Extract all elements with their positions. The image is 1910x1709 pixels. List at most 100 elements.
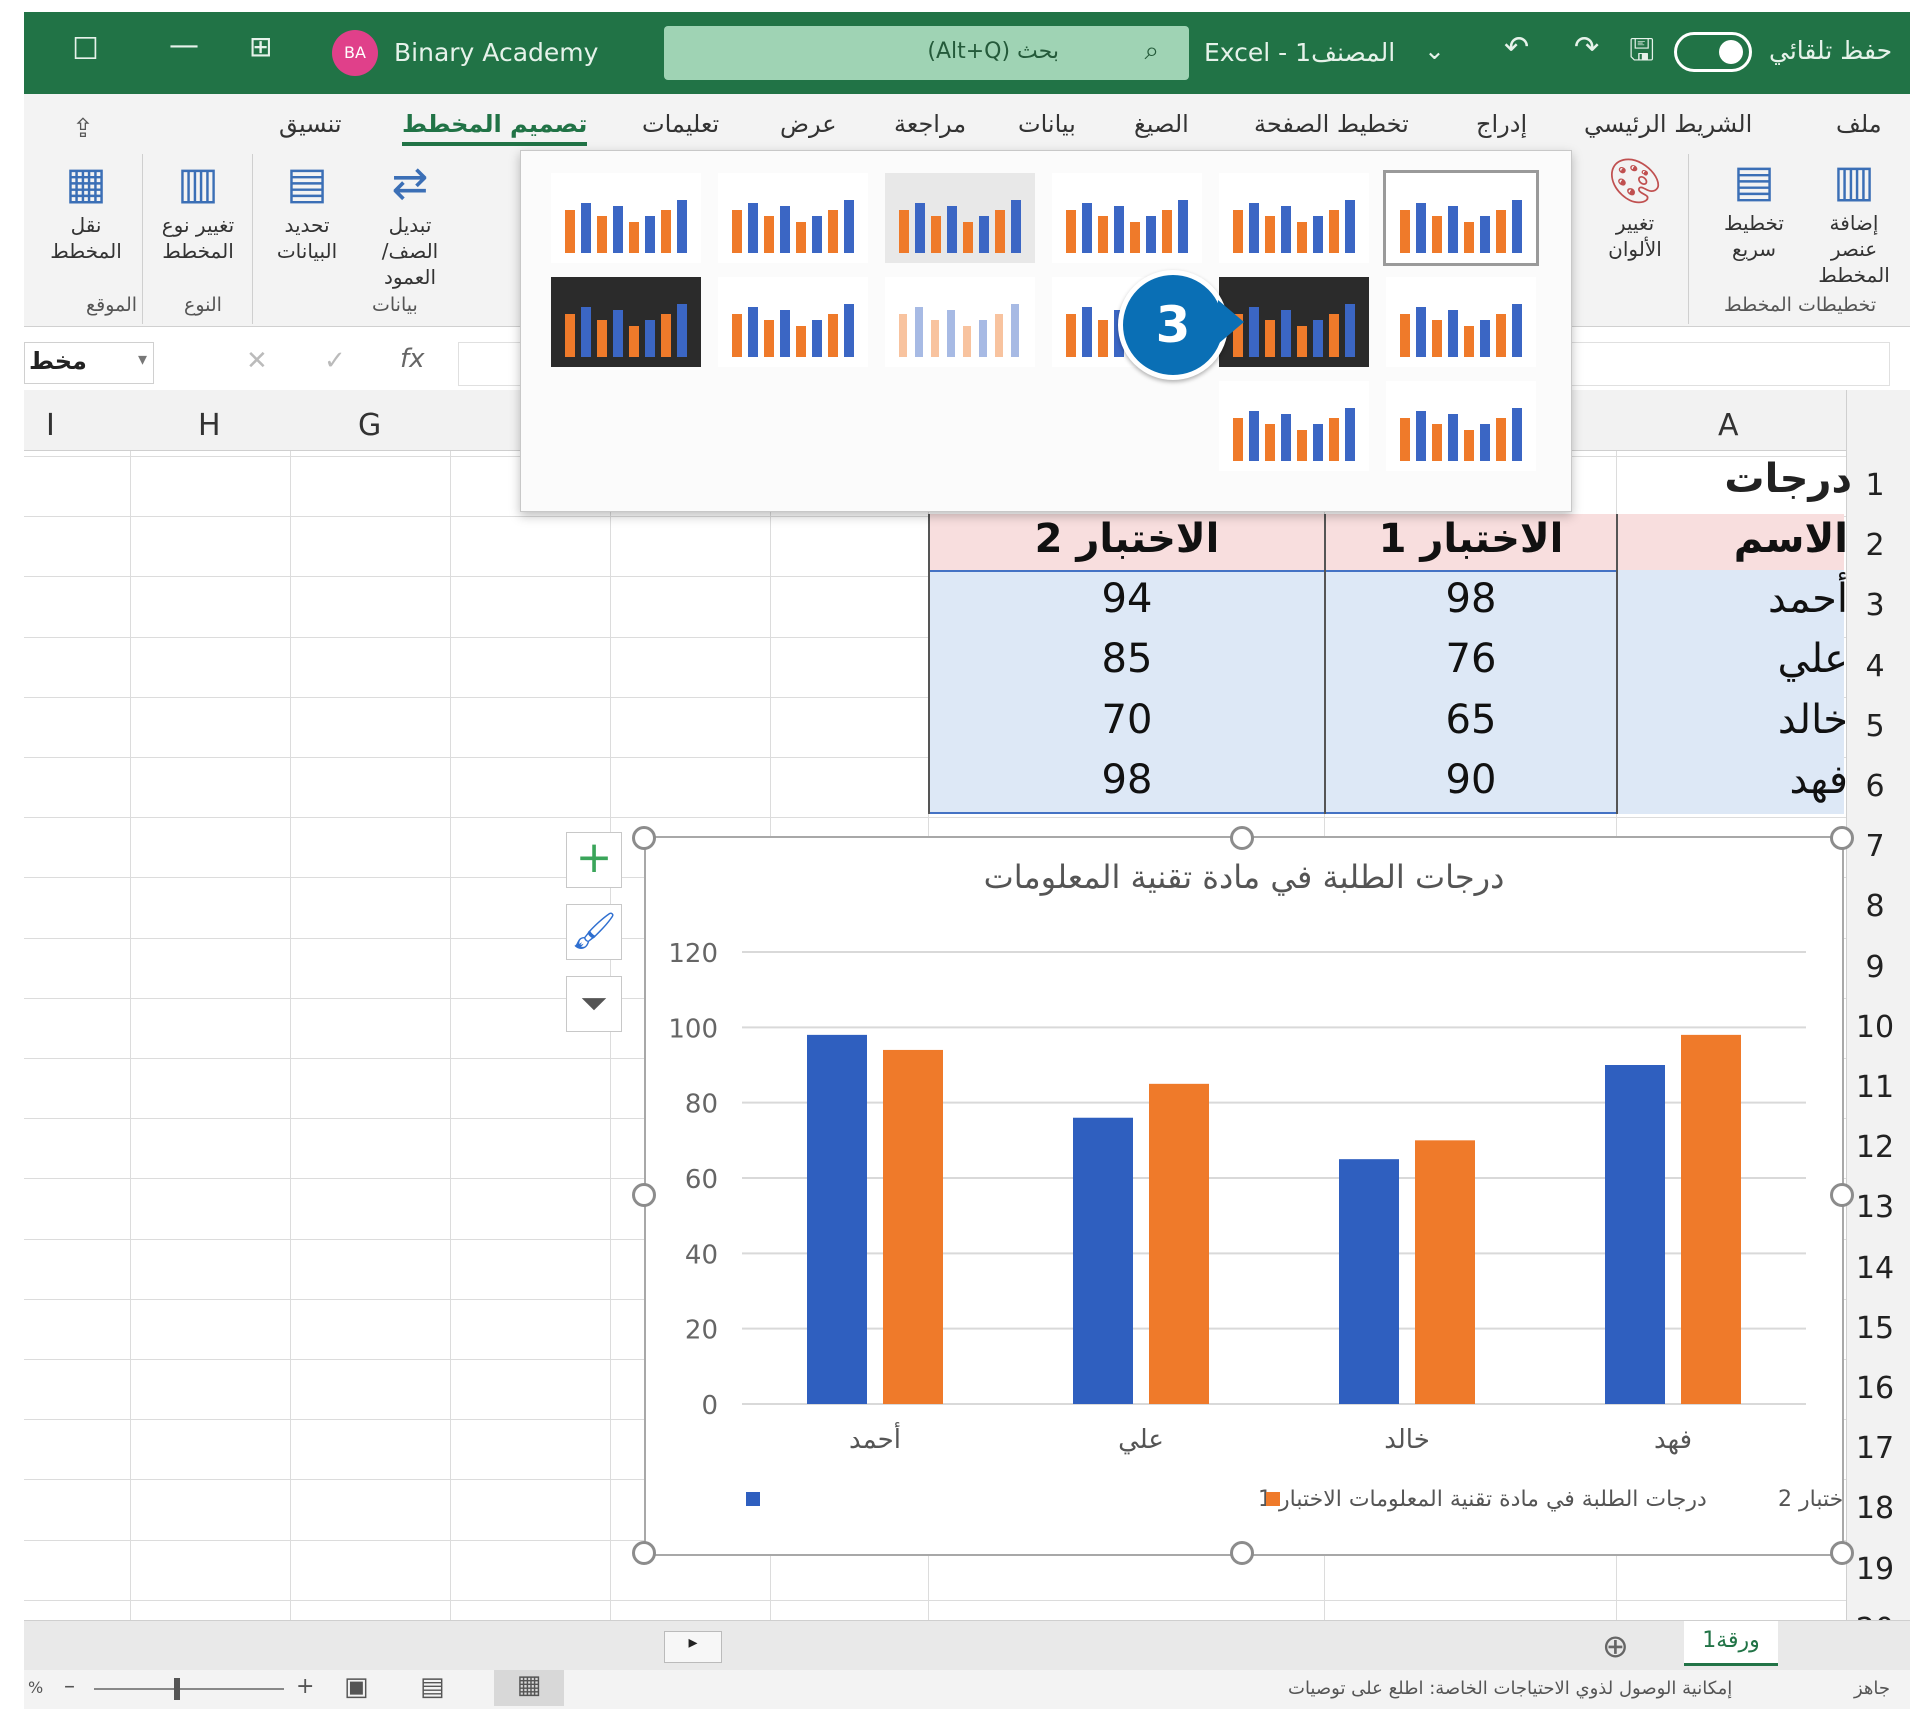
row-number[interactable]: 11 <box>1846 1070 1904 1105</box>
add-chart-element-button[interactable]: ▥ إضافة عنصر المخطط <box>1804 154 1904 288</box>
chart-area[interactable]: درجات الطلبة في مادة تقنية المعلومات 0 20… <box>644 836 1844 1556</box>
zoom-in-icon[interactable]: + <box>296 1674 314 1699</box>
chart-style-thumbnail[interactable] <box>1386 381 1536 471</box>
tab-insert[interactable]: إدراج <box>1476 110 1527 138</box>
tab-data[interactable]: بيانات <box>1018 110 1076 138</box>
customize-icon[interactable]: ⌄ <box>1424 36 1445 65</box>
chart-style-thumbnail[interactable] <box>718 173 868 263</box>
row-number[interactable]: 13 <box>1846 1190 1904 1225</box>
table-cell[interactable]: 98 <box>930 757 1324 803</box>
table-cell[interactable]: علي <box>1618 636 1848 682</box>
move-chart-button[interactable]: ▦ نقل المخطط <box>46 156 126 264</box>
row-number[interactable]: 17 <box>1846 1431 1904 1466</box>
chart-style-thumbnail[interactable] <box>1386 277 1536 367</box>
restore-icon[interactable]: ☐ <box>72 32 99 67</box>
chart-style-thumbnail[interactable] <box>1052 173 1202 263</box>
chart-style-thumbnail[interactable] <box>885 277 1035 367</box>
table-cell[interactable]: 85 <box>930 636 1324 682</box>
column-header-a[interactable]: A <box>1718 408 1739 443</box>
table-cell[interactable]: 76 <box>1326 636 1616 682</box>
table-header-cell[interactable]: الاختبار 2 <box>930 516 1324 562</box>
change-colors-button[interactable]: 🎨︎ تغيير الألوان <box>1590 154 1680 262</box>
row-number[interactable]: 6 <box>1846 769 1904 804</box>
row-number[interactable]: 8 <box>1846 889 1904 924</box>
table-cell[interactable]: خالد <box>1618 697 1848 743</box>
add-sheet-icon[interactable]: ⊕ <box>1602 1627 1629 1665</box>
share-icon[interactable]: ⇪ <box>72 114 94 144</box>
account-name[interactable]: Binary Academy <box>394 38 598 67</box>
column-header-i[interactable]: I <box>46 408 55 443</box>
table-header-cell[interactable]: الاسم <box>1618 516 1848 562</box>
tab-file[interactable]: ملف <box>1836 110 1882 138</box>
name-box[interactable]: مخط ▾ <box>24 342 154 384</box>
table-header-cell[interactable]: الاختبار 1 <box>1326 516 1616 562</box>
row-number[interactable]: 14 <box>1846 1251 1904 1286</box>
row-number[interactable]: 7 <box>1846 829 1904 864</box>
chart-style-thumbnail[interactable] <box>885 173 1035 263</box>
minimize-icon[interactable]: — <box>169 28 199 63</box>
resize-handle[interactable] <box>1230 1541 1254 1565</box>
change-chart-type-button[interactable]: ▥ تغيير نوع المخطط <box>152 156 244 264</box>
search-box[interactable]: بحث (Alt+Q) ⌕ <box>664 26 1189 80</box>
resize-handle[interactable] <box>632 1541 656 1565</box>
column-header-g[interactable]: G <box>358 408 381 443</box>
row-number[interactable]: 18 <box>1846 1491 1904 1526</box>
zoom-percent[interactable]: % <box>28 1678 43 1697</box>
save-icon[interactable]: 🖫 <box>1629 28 1655 79</box>
zoom-slider[interactable] <box>94 1688 284 1690</box>
resize-handle[interactable] <box>1830 826 1854 850</box>
table-cell[interactable]: أحمد <box>1618 576 1848 622</box>
enter-icon[interactable]: ✓ <box>324 346 346 376</box>
normal-view-icon[interactable]: ▦ <box>494 1670 564 1706</box>
page-break-view-icon[interactable]: ▣ <box>344 1672 369 1702</box>
undo-icon[interactable]: ↶ <box>1504 30 1529 65</box>
redo-icon[interactable]: ↷ <box>1574 30 1599 65</box>
row-number[interactable]: 9 <box>1846 950 1904 985</box>
autosave-toggle[interactable] <box>1674 32 1752 72</box>
row-number[interactable]: 16 <box>1846 1371 1904 1406</box>
resize-handle[interactable] <box>1230 826 1254 850</box>
column-header-h[interactable]: H <box>198 408 221 443</box>
row-number[interactable]: 3 <box>1846 588 1904 623</box>
chart-styles-button[interactable]: 🖌︎ <box>566 904 622 960</box>
page-layout-view-icon[interactable]: ▤ <box>420 1672 445 1702</box>
chart-style-thumbnail[interactable] <box>1219 173 1369 263</box>
tab-review[interactable]: مراجعة <box>894 110 966 138</box>
tab-format[interactable]: تنسيق <box>279 110 342 138</box>
chart-style-thumbnail[interactable] <box>718 277 868 367</box>
row-number[interactable]: 5 <box>1846 709 1904 744</box>
chart-style-thumbnail[interactable] <box>551 173 701 263</box>
tab-page-layout[interactable]: تخطيط الصفحة <box>1254 110 1409 138</box>
zoom-slider-thumb[interactable] <box>174 1678 180 1700</box>
table-cell[interactable]: 98 <box>1326 576 1616 622</box>
resize-handle[interactable] <box>632 826 656 850</box>
chart-elements-button[interactable]: + <box>566 832 622 888</box>
tab-home[interactable]: الشريط الرئيسي <box>1584 110 1752 138</box>
table-cell[interactable]: 70 <box>930 697 1324 743</box>
ribbon-display-icon[interactable]: ⊞ <box>249 30 272 63</box>
quick-layout-button[interactable]: ▤ تخطيط سريع <box>1704 154 1804 262</box>
zoom-out-icon[interactable]: – <box>64 1674 75 1699</box>
tab-formulas[interactable]: الصيغ <box>1134 110 1189 138</box>
cell-a1[interactable]: درجات <box>1612 456 1852 502</box>
resize-handle[interactable] <box>1830 1541 1854 1565</box>
select-data-button[interactable]: ▤ تحديد البيانات <box>262 156 352 264</box>
row-number[interactable]: 15 <box>1846 1311 1904 1346</box>
sheet-tab-1[interactable]: ورقة1 <box>1684 1621 1778 1666</box>
chart-filters-button[interactable]: ⏷ <box>566 976 622 1032</box>
tab-chart-design[interactable]: تصميم المخطط <box>402 110 588 146</box>
chart-style-thumbnail[interactable] <box>551 277 701 367</box>
table-cell[interactable]: 94 <box>930 576 1324 622</box>
scroll-right-icon[interactable]: ▸ <box>664 1631 722 1663</box>
table-cell[interactable]: 65 <box>1326 697 1616 743</box>
cancel-icon[interactable]: ✕ <box>246 346 268 376</box>
row-number[interactable]: 2 <box>1846 528 1904 563</box>
resize-handle[interactable] <box>632 1183 656 1207</box>
resize-handle[interactable] <box>1830 1183 1854 1207</box>
row-number[interactable]: 10 <box>1846 1010 1904 1045</box>
switch-row-column-button[interactable]: ⇄ تبديل الصف/ العمود <box>360 156 460 290</box>
table-cell[interactable]: فهد <box>1618 757 1848 803</box>
row-number[interactable]: 12 <box>1846 1130 1904 1165</box>
accessibility-status[interactable]: إمكانية الوصول لذوي الاحتياجات الخاصة: ا… <box>1288 1678 1732 1699</box>
row-number[interactable]: 1 <box>1846 468 1904 503</box>
